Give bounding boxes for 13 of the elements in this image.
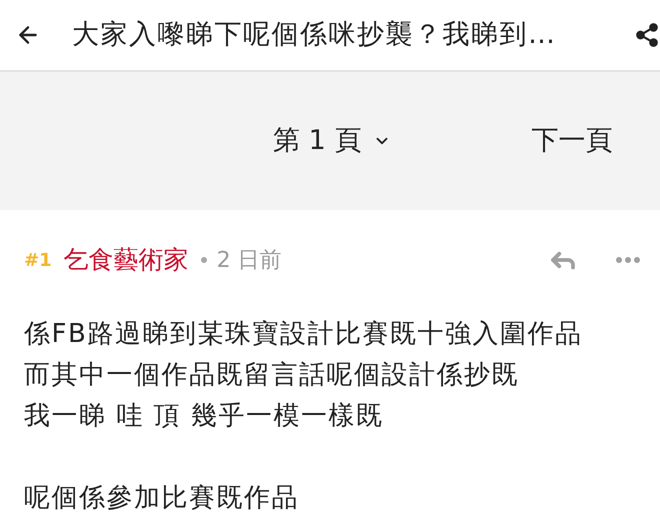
post-text-line: 呢個係參加比賽既作品 [24,482,300,515]
post-text-line: 而其中一個作品既留言話呢個設計係抄既 [24,359,520,392]
thread-title: 大家入嚟睇下呢個係咪抄襲？我睇到… [72,18,556,52]
more-icon [616,257,640,263]
post-text-line: 我一睇 哇 頂 幾乎一模一樣既 [24,400,384,433]
post-time: 2 日前 [216,246,282,274]
post-number: #1 [24,248,52,272]
post-text-line: 係FB路過睇到某珠寶設計比賽既十強入圍作品 [24,318,584,351]
share-icon [634,22,660,48]
author-name[interactable]: 乞食藝術家 [64,241,189,279]
page-dropdown[interactable]: 第 1 頁 [273,120,392,162]
next-page-link[interactable]: 下一頁 [531,120,612,162]
more-button[interactable] [616,257,640,263]
